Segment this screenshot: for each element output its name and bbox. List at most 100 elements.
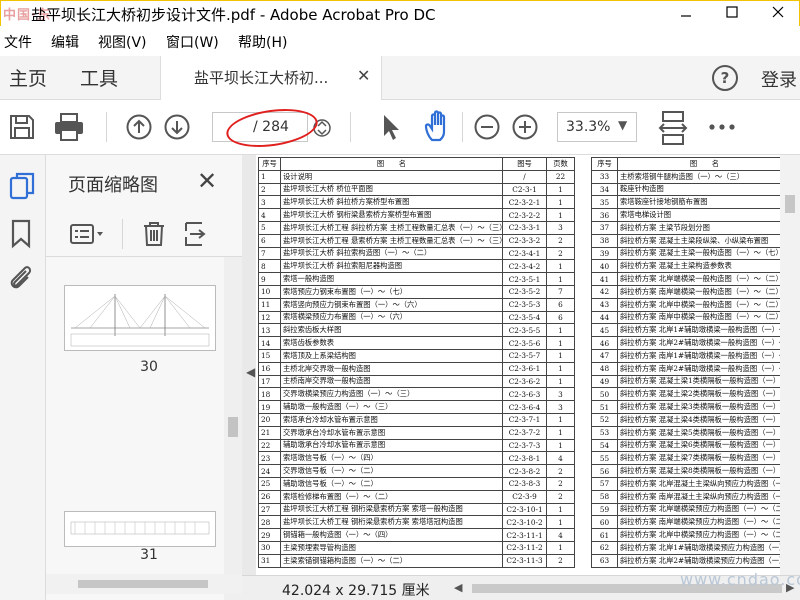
scrollbar-thumb[interactable] [785,195,795,213]
navigation-rail [0,155,46,600]
table-cell: 盐坪坝长江大桥 斜拉索阻尼器构造图 [280,259,503,274]
menu-window[interactable]: 窗口(W) [166,32,219,52]
table-cell: 21 [258,425,281,440]
save-icon[interactable] [8,113,36,141]
table-cell: 60 [591,515,618,530]
index-table-body: 序号图 名图号 页数 1 设计说明/22 2 盐坪坝长江大桥 桥位平面图 C2-3-1 1 3 盐… [258,157,575,568]
table-cell: 斜拉桥方案 北岸2#辅助墩横梁预应力构造图（一）～（二） [617,553,780,568]
table-cell: 16 [258,361,281,376]
table-cell: 3 [546,400,575,414]
document-scrollbar[interactable] [780,155,800,575]
table-cell: 54 [591,438,618,453]
site-watermark: www.cndao.com [680,570,800,589]
next-page-icon[interactable] [164,114,190,140]
print-icon[interactable] [53,112,85,142]
collapse-panel-icon[interactable]: ◀ [246,365,255,379]
table-cell: C2-3-7-3 [502,438,547,453]
table-cell: 索塔横梁预应力布置图（一）～（六） [280,310,503,325]
table-row: 57斜拉桥方案 北岸混凝土主梁纵向预应力构造图（一）～（二） [591,476,780,491]
table-cell: 1 [546,502,575,517]
bookmark-icon[interactable] [10,219,32,249]
maximize-icon[interactable] [709,1,755,27]
scrollbar-thumb[interactable] [78,580,208,588]
table-cell: 53 [591,425,618,440]
table-cell: C2-3-4-1 [502,246,547,261]
table-cell: C2-3-8-1 [502,451,547,466]
table-cell: C2-3-7-1 [502,412,547,427]
table-cell: 索塔预应力钢束布置图（一）～（七） [280,284,503,299]
page-thumbnail-30[interactable] [64,285,216,351]
table-cell: 57 [591,476,618,491]
thumbnail-toolbar [46,211,242,257]
table-cell: / [502,169,547,184]
table-cell: 1 [258,169,281,184]
pdf-page[interactable]: 序号图 名图号 页数 1 设计说明/22 2 盐坪坝长江大桥 桥位平面图 C2-3-1 1 3 盐… [256,155,780,575]
table-cell: 索塔竖向预应力钢束布置图（一）～（六） [280,297,503,312]
zoom-in-icon[interactable] [512,114,538,140]
table-cell: 1 [546,374,575,389]
table-cell: 4 [546,451,575,466]
attachment-icon[interactable] [6,263,36,293]
table-row: 12 索塔横梁预应力布置图（一）～（六） C2-3-5-4 6 [258,310,575,325]
table-row: 42 斜拉桥方案 南岸端横梁一般构造图（一）～（二） [591,284,780,299]
tab-tools[interactable]: 工具 [80,64,118,91]
scrollbar-thumb[interactable] [228,417,238,437]
table-cell: 20 [258,412,281,427]
delete-page-icon[interactable] [142,221,166,247]
table-cell: 盐坪坝长江大桥 斜拉索构造图（一）～（二） [280,246,503,261]
close-icon[interactable] [755,1,800,27]
tab-document[interactable]: 盐平坝长江大桥初... ✕ [160,56,382,100]
tab-close-icon[interactable]: ✕ [357,66,370,85]
menu-help[interactable]: 帮助(H) [238,32,287,52]
table-cell: 47 [591,348,618,363]
table-row: 22 辅助墩承台冷却水管布置示意图 C2-3-7-3 1 [258,438,575,453]
tab-bar: 主页 工具 盐平坝长江大桥初... ✕ ? 登录 [0,56,800,100]
table-cell: 斜拉桥方案 混凝土主梁段纵梁、小纵梁布置图 [617,233,780,248]
table-cell: 1 [546,540,575,555]
table-cell: 38 [591,233,618,248]
previous-page-icon[interactable] [126,114,152,140]
table-row: 21 交界墩承台冷却水管布置示意图 C2-3-7-2 1 [258,425,575,440]
table-cell: 盐坪坝长江大桥 钢桁梁悬索桥方案桥型布置图 [280,208,503,222]
menu-view[interactable]: 视图(V) [98,32,147,52]
menu-file[interactable]: 文件 [4,32,32,52]
help-icon[interactable]: ? [712,65,738,91]
thumbnail-scrollbar[interactable] [224,257,242,600]
table-cell: 1 [546,425,575,440]
zoom-out-icon[interactable] [474,114,500,140]
table-cell: 1 [546,515,575,530]
toolbar-separator [122,219,123,249]
hand-tool-icon[interactable] [422,110,456,144]
table-cell: 设计说明 [280,169,503,184]
table-row: 2 盐坪坝长江大桥 桥位平面图 C2-3-1 1 [258,182,575,197]
login-button[interactable]: 登录 [761,66,797,92]
thumbnail-horizontal-scrollbar[interactable] [46,574,242,594]
table-cell: 46 [591,336,618,350]
table-row: 17 主桥南岸交界墩一般构造图 C2-3-6-2 1 [258,374,575,389]
table-cell: 24 [258,464,281,478]
table-cell: 15 [258,348,281,363]
page-thumbnail-31[interactable] [64,511,216,547]
panel-close-icon[interactable]: ✕ [197,167,217,195]
table-row: 44 斜拉桥方案 南岸中横梁一般构造图（一）～（二） [591,310,780,325]
table-row: 30 主梁预埋索导管构造图 C2-3-11-2 1 [258,540,575,555]
table-cell: C2-3-11-1 [502,528,547,542]
more-options-icon[interactable] [708,122,736,132]
drawing-index-table-left: 序号图 名图号 页数 1 设计说明/22 2 盐坪坝长江大桥 桥位平面图 C2-3-1 1 3 盐… [258,157,575,568]
column-header: 序号 [591,157,618,171]
thumbnail-options-icon[interactable] [70,223,106,245]
fit-page-icon[interactable] [656,110,690,146]
toolbar-separator [350,112,351,142]
zoom-level-select[interactable]: 33.3% ▼ [557,112,637,142]
table-row: 7 盐坪坝长江大桥 斜拉索构造图（一）～（二） C2-3-4-1 2 [258,246,575,261]
select-tool-icon[interactable] [380,112,402,142]
page-thumbnails-icon[interactable] [8,171,36,201]
tab-home[interactable]: 主页 [9,64,47,91]
extract-page-icon[interactable] [184,221,206,247]
table-cell: 23 [258,451,281,466]
scroll-left-icon[interactable]: ◀ [454,581,462,594]
table-row: 1 设计说明/22 [258,169,575,184]
table-cell: C2-3-5-5 [502,323,547,338]
menu-edit[interactable]: 编辑 [51,32,79,52]
minimize-icon[interactable] [663,1,709,27]
